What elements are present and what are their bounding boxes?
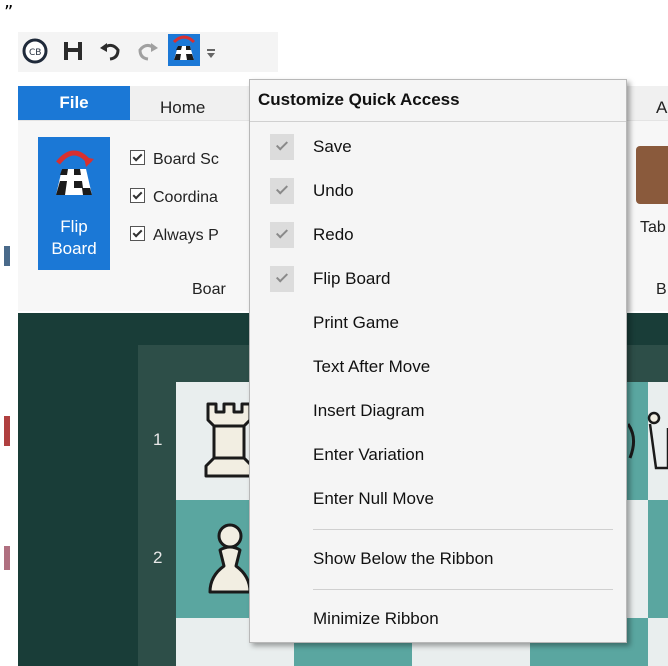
tab-file[interactable]: File [18,86,130,120]
check-icon [270,222,294,248]
rank-label: 2 [153,548,163,567]
app-logo-icon[interactable]: CB [22,38,48,64]
checkbox-label: Always P [153,227,219,244]
menu-item-label: Flip Board [313,269,391,288]
piece-edge-icon [628,423,635,459]
menu-item-redo[interactable]: Redo [250,215,626,255]
flip-board-label-1: Flip [60,217,88,236]
menu-title-divider [250,121,626,122]
menu-item-text-after-move[interactable]: Text After Move [250,347,626,387]
checkbox-box [130,188,145,203]
left-edge [0,86,18,666]
menu-item-flip-board[interactable]: Flip Board [250,259,626,299]
white-rook-icon[interactable] [202,400,256,480]
menu-divider [313,529,613,530]
tab-home[interactable]: Home [160,86,205,120]
menu-item-label: Redo [313,225,354,244]
ribbon-group-label-right: B [656,281,667,298]
menu-item-show-below-ribbon[interactable]: Show Below the Ribbon [250,539,626,579]
menu-item-minimize-ribbon[interactable]: Minimize Ribbon [250,599,626,639]
menu-item-enter-null-move[interactable]: Enter Null Move [250,479,626,519]
menu-item-label: Save [313,137,352,156]
check-icon [270,266,294,292]
checkbox-box [130,226,145,241]
menu-item-undo[interactable]: Undo [250,171,626,211]
checkbox-board-sounds[interactable]: Board Sc [130,150,219,169]
board-square[interactable] [648,618,668,666]
white-king-icon[interactable] [646,408,668,478]
check-icon [270,134,294,160]
checkbox-always[interactable]: Always P [130,226,219,245]
menu-item-enter-variation[interactable]: Enter Variation [250,435,626,475]
menu-item-label: Show Below the Ribbon [313,549,494,568]
ribbon-group-label: Boar [192,281,226,298]
board-square[interactable] [648,500,668,618]
checkbox-coordinates[interactable]: Coordina [130,188,218,207]
quick-access-toolbar: CB [18,32,278,72]
menu-item-save[interactable]: Save [250,127,626,167]
undo-icon[interactable] [98,38,124,64]
menu-item-label: Print Game [313,313,399,332]
redo-icon[interactable] [134,38,160,64]
menu-item-label: Enter Null Move [313,489,434,508]
menu-item-label: Enter Variation [313,445,425,464]
table-icon[interactable] [636,146,668,204]
menu-item-print-game[interactable]: Print Game [250,303,626,343]
customize-dropdown-icon[interactable] [204,38,220,64]
top-mark: ” [4,2,14,23]
tab-truncated[interactable]: A [656,86,667,120]
svg-text:CB: CB [29,48,41,58]
flip-board-icon[interactable] [168,34,200,66]
menu-item-label: Undo [313,181,354,200]
menu-item-label: Minimize Ribbon [313,609,439,628]
flip-board-button[interactable]: Flip Board [38,137,110,270]
flip-board-large-icon [56,150,94,195]
check-icon [270,178,294,204]
menu-item-label: Insert Diagram [313,401,425,420]
menu-divider [313,589,613,590]
menu-item-insert-diagram[interactable]: Insert Diagram [250,391,626,431]
checkbox-box [130,150,145,165]
customize-quick-access-menu: Customize Quick Access Save Undo Redo Fl… [249,79,627,643]
rank-label: 1 [153,430,163,449]
white-pawn-icon[interactable] [206,520,254,600]
save-icon[interactable] [60,38,86,64]
flip-board-label-2: Board [51,239,97,258]
menu-item-label: Text After Move [313,357,431,376]
menu-title: Customize Quick Access [258,90,460,109]
checkbox-label: Coordina [153,189,218,206]
table-button-label[interactable]: Tab [640,219,666,237]
checkbox-label: Board Sc [153,151,219,168]
